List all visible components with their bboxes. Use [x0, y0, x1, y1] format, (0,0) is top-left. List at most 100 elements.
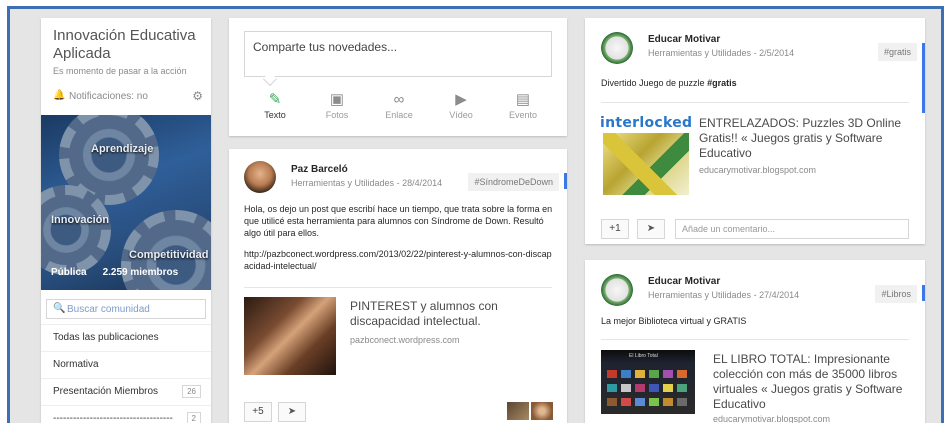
category-label: ------------------------------------	[53, 413, 173, 423]
libro-tile	[649, 370, 659, 378]
share-option-label: Vídeo	[449, 110, 473, 120]
share-button[interactable]: ➤	[637, 219, 665, 239]
link-title[interactable]: PINTEREST y alumnos con discapacidad int…	[350, 299, 540, 329]
post-meta: Herramientas y Utilidades - 2/5/2014	[648, 48, 794, 58]
community-card: Innovación Educativa Aplicada Es momento…	[41, 18, 211, 423]
libro-tile	[621, 398, 631, 406]
community-search-placeholder: Buscar comunidad	[67, 304, 150, 315]
post-url-link[interactable]: http://pazbconect.wordpress.com/2013/02/…	[244, 248, 554, 272]
link-domain: educarymotivar.blogspot.com	[699, 165, 817, 175]
avatar[interactable]	[244, 161, 276, 193]
post-category[interactable]: Herramientas y Utilidades	[648, 48, 751, 58]
search-icon: 🔍	[53, 303, 66, 314]
avatar[interactable]	[601, 32, 633, 64]
community-search-input[interactable]: 🔍 Buscar comunidad	[46, 299, 206, 319]
libro-image-caption: El Libro Total	[629, 353, 658, 359]
link-title[interactable]: EL LIBRO TOTAL: Impresionante colección …	[713, 352, 917, 412]
category-label: Presentación Miembros	[53, 386, 159, 397]
link-thumbnail[interactable]: El Libro Total	[601, 350, 695, 414]
link-thumbnail[interactable]	[603, 133, 689, 195]
meta-separator: -	[753, 48, 757, 58]
share-arrow-icon: ➤	[646, 223, 656, 234]
libro-tile	[607, 370, 617, 378]
plus-one-button[interactable]: +1	[601, 219, 629, 239]
post-card: Paz Barceló Herramientas y Utilidades - …	[229, 149, 567, 423]
category-label: Normativa	[53, 359, 99, 370]
share-option-label: Texto	[264, 110, 286, 120]
libro-tile	[635, 398, 645, 406]
community-visibility: Pública	[51, 267, 87, 278]
category-item-normativa[interactable]: Normativa	[41, 351, 211, 377]
calendar-icon: ▤	[515, 91, 531, 108]
side-accent-bar	[922, 285, 925, 301]
libro-tile	[649, 398, 659, 406]
link-domain: educarymotivar.blogspot.com	[713, 414, 831, 423]
libro-tile	[621, 384, 631, 392]
libro-tile	[663, 398, 673, 406]
post-hashtag[interactable]: #gratis	[877, 43, 917, 61]
post-date[interactable]: 28/4/2014	[402, 178, 442, 188]
category-label: Todas las publicaciones	[53, 332, 159, 343]
comment-input[interactable]: Añade un comentario...	[675, 219, 909, 239]
notifications-row[interactable]: 🔔 Notificaciones: no ⚙	[53, 89, 203, 104]
plus-one-button[interactable]: +5	[244, 402, 272, 422]
post-hashtag[interactable]: #SíndromeDeDown	[468, 173, 559, 191]
post-meta: Herramientas y Utilidades - 28/4/2014	[291, 178, 442, 188]
post-author[interactable]: Educar Motivar	[648, 276, 720, 287]
community-title[interactable]: Innovación Educativa Aplicada	[53, 27, 205, 63]
category-count: 2	[186, 412, 201, 423]
libro-tile	[677, 370, 687, 378]
share-option-link[interactable]: ∞ Enlace	[371, 90, 427, 120]
community-members[interactable]: 2.259 miembros	[103, 267, 179, 278]
meta-separator: -	[753, 290, 757, 300]
link-thumbnail[interactable]	[244, 297, 336, 375]
interlocked-logo: interlocked	[600, 115, 693, 131]
share-button[interactable]: ➤	[278, 402, 306, 422]
libro-tile	[607, 398, 617, 406]
meta-separator: -	[396, 178, 400, 188]
plusser-avatar[interactable]	[531, 402, 553, 420]
video-icon: ▶	[455, 91, 467, 108]
category-count: 26	[182, 385, 201, 398]
share-box: Comparte tus novedades... ✎ Texto ▣ Foto…	[229, 18, 567, 136]
avatar[interactable]	[601, 274, 633, 306]
link-domain: pazbconect.wordpress.com	[350, 335, 460, 345]
category-item-all[interactable]: Todas las publicaciones	[41, 324, 211, 350]
post-author[interactable]: Educar Motivar	[648, 34, 720, 45]
post-body: Divertido Juego de puzzle #gratis	[601, 77, 901, 89]
share-option-label: Evento	[508, 110, 538, 120]
share-option-video[interactable]: ▶ Vídeo	[433, 90, 489, 120]
community-tagline: Es momento de pasar a la acción	[53, 66, 187, 76]
notifications-label: Notificaciones: no	[69, 91, 148, 102]
tag-accent-bar	[564, 173, 567, 189]
cover-word-innovacion: Innovación	[51, 214, 110, 226]
category-item-presentacion[interactable]: Presentación Miembros 26	[41, 378, 211, 404]
libro-tile	[677, 398, 687, 406]
post-body-hashtag[interactable]: #gratis	[707, 78, 737, 88]
share-option-label: Fotos	[325, 110, 349, 120]
category-item-separator[interactable]: ------------------------------------ 2	[41, 405, 211, 423]
plusser-avatar[interactable]	[507, 402, 529, 420]
divider	[601, 102, 909, 103]
libro-tile	[663, 370, 673, 378]
post-date[interactable]: 27/4/2014	[759, 290, 799, 300]
divider	[244, 287, 552, 288]
share-option-text[interactable]: ✎ Texto	[247, 90, 303, 120]
gear-icon[interactable]: ⚙	[192, 89, 203, 103]
side-accent-bar	[922, 43, 925, 113]
share-option-event[interactable]: ▤ Evento	[495, 90, 551, 120]
post-category[interactable]: Herramientas y Utilidades	[291, 178, 394, 188]
share-input[interactable]: Comparte tus novedades...	[244, 31, 552, 77]
libro-tile	[635, 384, 645, 392]
post-date[interactable]: 2/5/2014	[759, 48, 794, 58]
post-hashtag[interactable]: #Libros	[875, 285, 917, 303]
share-option-label: Enlace	[385, 110, 413, 120]
share-option-photos[interactable]: ▣ Fotos	[309, 90, 365, 120]
post-author[interactable]: Paz Barceló	[291, 164, 348, 175]
post-category[interactable]: Herramientas y Utilidades	[648, 290, 751, 300]
cover-word-aprendizaje: Aprendizaje	[91, 143, 154, 155]
post-body-text: Divertido Juego de puzzle	[601, 78, 708, 88]
link-title[interactable]: ENTRELAZADOS: Puzzles 3D Online Gratis!!…	[699, 116, 911, 161]
libro-tile	[621, 370, 631, 378]
camera-icon: ▣	[329, 91, 345, 108]
